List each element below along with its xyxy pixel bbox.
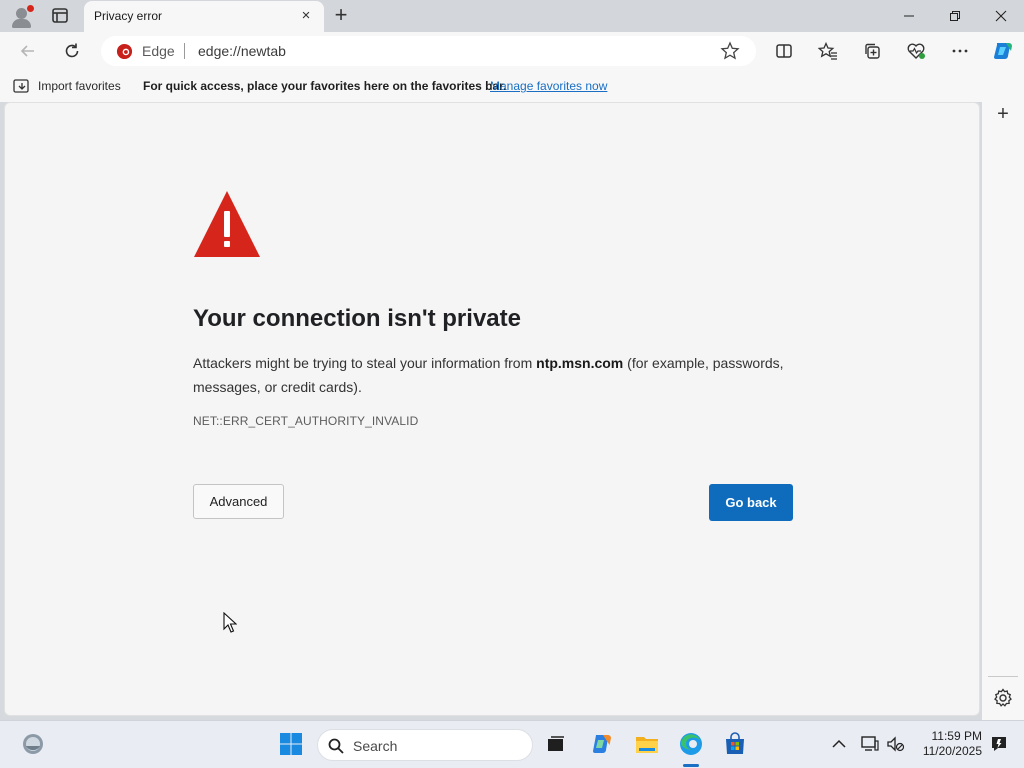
edge-taskbar-icon[interactable]: [678, 731, 704, 757]
windows-start-icon[interactable]: [278, 731, 304, 757]
tab-title: Privacy error: [94, 9, 163, 23]
widgets-icon[interactable]: [20, 731, 46, 757]
error-page: Your connection isn't private Attackers …: [4, 102, 980, 716]
sidebar-divider: [988, 676, 1018, 677]
import-favorites-button[interactable]: Import favorites: [38, 79, 121, 93]
go-back-button[interactable]: Go back: [709, 484, 793, 521]
description-text-start: Attackers might be trying to steal your …: [193, 355, 537, 371]
taskbar-search-box[interactable]: Search: [317, 729, 533, 761]
copilot-icon[interactable]: [990, 38, 1016, 64]
browser-toolbar: Edge edge://newtab: [0, 32, 1024, 70]
more-icon[interactable]: [948, 39, 972, 63]
manage-favorites-link[interactable]: Manage favorites now: [490, 79, 607, 93]
search-icon: [328, 738, 344, 754]
file-explorer-icon[interactable]: [634, 731, 660, 757]
advanced-button[interactable]: Advanced: [193, 484, 284, 519]
taskbar-clock[interactable]: 11:59 PM 11/20/2025: [916, 729, 982, 759]
restore-button[interactable]: [932, 0, 978, 32]
chevron-up-icon[interactable]: [826, 731, 852, 757]
store-icon[interactable]: [722, 731, 748, 757]
tab-close-icon[interactable]: ×: [298, 8, 314, 24]
edge-icon: [116, 43, 133, 60]
profile-icon[interactable]: [8, 3, 36, 29]
favorite-star-icon[interactable]: [720, 41, 740, 61]
edge-active-indicator: [683, 764, 699, 767]
error-description: Attackers might be trying to steal your …: [193, 351, 803, 399]
tab-actions-icon[interactable]: [48, 6, 72, 26]
favorites-icon[interactable]: [816, 39, 840, 63]
network-icon[interactable]: [857, 731, 883, 757]
page-title: Your connection isn't private: [193, 305, 521, 332]
task-view-icon[interactable]: [543, 731, 569, 757]
search-placeholder: Search: [353, 738, 398, 754]
import-favorites-icon[interactable]: [13, 78, 31, 94]
clock-date: 11/20/2025: [922, 744, 982, 758]
favorites-bar: Import favorites For quick access, place…: [0, 70, 1024, 102]
new-tab-button[interactable]: +: [330, 4, 352, 27]
refresh-icon[interactable]: [60, 39, 84, 63]
title-bar: Privacy error × +: [0, 0, 1024, 32]
browser-essentials-icon[interactable]: [904, 39, 928, 63]
windows-taskbar: Search 11:59 PM 11/20/2025: [0, 720, 1024, 768]
notification-icon[interactable]: [986, 731, 1012, 757]
copilot-taskbar-icon[interactable]: [589, 731, 615, 757]
error-code[interactable]: NET::ERR_CERT_AUTHORITY_INVALID: [193, 414, 418, 428]
address-scheme-label: Edge: [142, 43, 175, 59]
collections-icon[interactable]: [860, 39, 884, 63]
warning-triangle-icon: [194, 191, 260, 257]
edge-sidebar: +: [982, 102, 1024, 720]
close-window-button[interactable]: [978, 0, 1024, 32]
address-url[interactable]: edge://newtab: [198, 43, 286, 59]
back-icon[interactable]: [16, 39, 40, 63]
address-bar[interactable]: Edge edge://newtab: [101, 36, 756, 66]
sidebar-add-icon[interactable]: +: [994, 104, 1012, 124]
minimize-button[interactable]: [886, 0, 932, 32]
volume-muted-icon[interactable]: [883, 731, 909, 757]
description-host: ntp.msn.com: [536, 355, 624, 371]
split-screen-icon[interactable]: [772, 39, 796, 63]
favorites-bar-message: For quick access, place your favorites h…: [143, 79, 507, 93]
tab-privacy-error[interactable]: Privacy error ×: [84, 1, 324, 32]
address-divider: [184, 43, 185, 59]
clock-time: 11:59 PM: [931, 729, 982, 743]
mouse-cursor-icon: [223, 612, 237, 633]
settings-gear-icon[interactable]: [992, 687, 1014, 709]
